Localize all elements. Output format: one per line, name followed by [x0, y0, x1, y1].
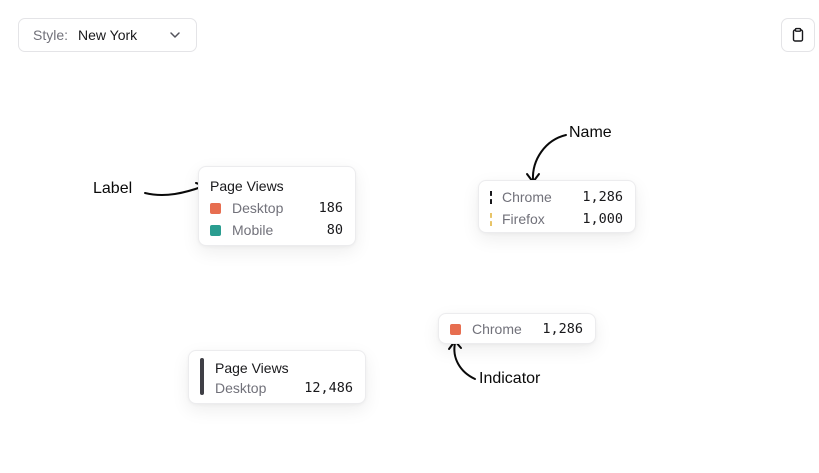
tooltip-title: Page Views [210, 178, 284, 194]
series-value: 1,286 [582, 189, 623, 205]
color-indicator [210, 202, 221, 214]
series-value: 1,000 [582, 211, 623, 227]
annotation-name: Name [569, 124, 612, 141]
series-value: 186 [318, 200, 343, 216]
tooltip-label-example: Page Views Desktop 186 Mobile 80 [198, 166, 356, 246]
series-label: Chrome [472, 321, 522, 337]
series-label: Mobile [232, 222, 274, 238]
label-arrow [144, 185, 205, 196]
series-value: 80 [326, 222, 343, 238]
tooltip-indicator-example: Chrome 1,286 [438, 313, 596, 344]
annotation-label: Label [93, 180, 133, 197]
tooltip-row: Desktop 12,486 [215, 378, 353, 398]
tooltip-row: Chrome 1,286 [450, 318, 583, 340]
tooltip-line-example: Page Views Desktop 12,486 [188, 350, 366, 404]
dashed-indicator [490, 212, 492, 226]
tooltip-row: Desktop 186 [210, 197, 343, 219]
indicator-arrow [453, 342, 476, 380]
series-value: 1,286 [542, 321, 583, 337]
tooltip-content: Page Views Desktop 12,486 [215, 358, 353, 398]
series-label: Desktop [232, 200, 284, 216]
annotation-arrows [144, 134, 567, 380]
color-indicator [450, 323, 461, 335]
tooltip-row: Firefox 1,000 [490, 208, 623, 230]
tooltip-name-example: Chrome 1,286 Firefox 1,000 [478, 180, 636, 233]
line-indicator [200, 358, 204, 395]
series-value: 12,486 [304, 380, 353, 396]
tooltip-body: Page Views Desktop 12,486 [200, 358, 353, 398]
name-arrow [531, 134, 567, 181]
tooltip-title: Page Views [215, 360, 289, 376]
color-indicator [210, 224, 221, 236]
dashed-indicator [490, 190, 492, 204]
series-label: Firefox [502, 211, 545, 227]
tooltip-row: Chrome 1,286 [490, 186, 623, 208]
series-label: Chrome [502, 189, 552, 205]
series-label: Desktop [215, 380, 267, 396]
annotation-indicator: Indicator [479, 370, 541, 387]
tooltip-row: Mobile 80 [210, 219, 343, 241]
